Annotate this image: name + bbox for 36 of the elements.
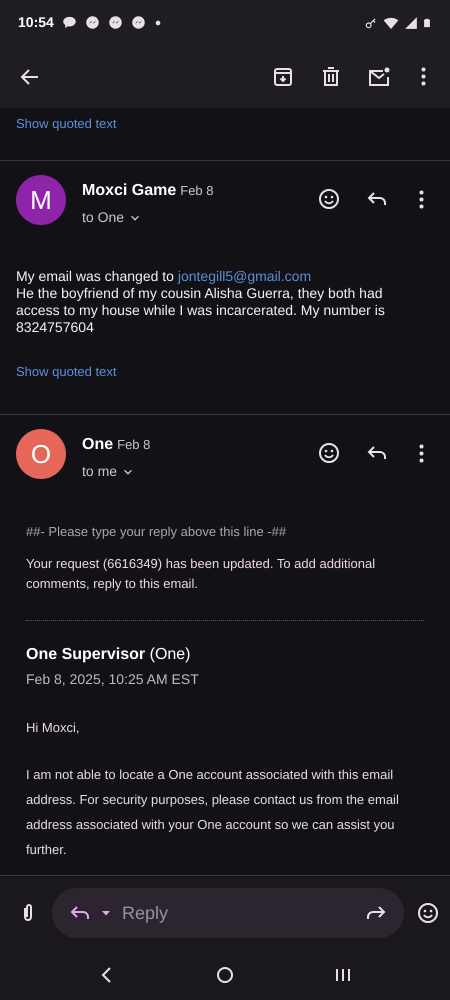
email-link[interactable]: jontegill5@gmail.com bbox=[178, 268, 312, 284]
status-time: 10:54 bbox=[18, 13, 54, 32]
messenger-icon bbox=[130, 15, 146, 30]
chat-bubble-icon bbox=[62, 15, 77, 30]
author-name: One Supervisor bbox=[26, 646, 146, 662]
more-icon bbox=[419, 444, 424, 462]
avatar: M bbox=[16, 175, 66, 225]
sender-name: One bbox=[82, 435, 114, 455]
recipient-toggle[interactable]: to One bbox=[82, 207, 214, 228]
message-date: Feb 8 bbox=[180, 182, 214, 200]
more-icon bbox=[421, 67, 426, 86]
signal-icon bbox=[404, 16, 418, 30]
sender-name: Moxci Game bbox=[82, 181, 176, 201]
show-quoted-text-link[interactable]: Show quoted text bbox=[16, 364, 116, 379]
reply-line-note: ##- Please type your reply above this line -## bbox=[25, 523, 288, 541]
message-text: He the boyfriend of my cousin Alisha Guerra, they both had access to my house while I was incarcerated. My number is 8324757604 bbox=[16, 285, 386, 336]
reply-field[interactable]: Reply bbox=[52, 888, 404, 938]
quoted-text: I am not able to locate a One account associated with this email address. For security purposes, please contact us from the email address associated with your One account so we can assist you further. bbox=[25, 766, 400, 858]
message-date: Feb 8 bbox=[117, 436, 150, 454]
show-quoted-text-link[interactable]: Show quoted text bbox=[16, 116, 116, 131]
avatar: O bbox=[16, 429, 66, 479]
recipient-toggle[interactable]: to me bbox=[82, 461, 150, 482]
key-icon bbox=[364, 16, 378, 30]
quoted-text: Your request (6616349) has been updated. To add additional comments, reply to this email. bbox=[25, 554, 376, 593]
messenger-icon bbox=[108, 15, 123, 30]
messenger-icon bbox=[84, 15, 100, 30]
emoji-icon bbox=[317, 441, 341, 465]
message-text: My email was changed to bbox=[16, 268, 174, 284]
more-icon bbox=[419, 190, 424, 208]
author-alias: (One) bbox=[150, 646, 191, 662]
emoji-icon bbox=[416, 901, 440, 925]
quoted-text: Hi Moxci, bbox=[25, 718, 80, 736]
timestamp: Feb 8, 2025, 10:25 AM EST bbox=[25, 670, 200, 688]
mark-unread-icon bbox=[367, 64, 391, 88]
emoji-icon bbox=[317, 187, 341, 211]
dot-icon bbox=[154, 18, 162, 26]
